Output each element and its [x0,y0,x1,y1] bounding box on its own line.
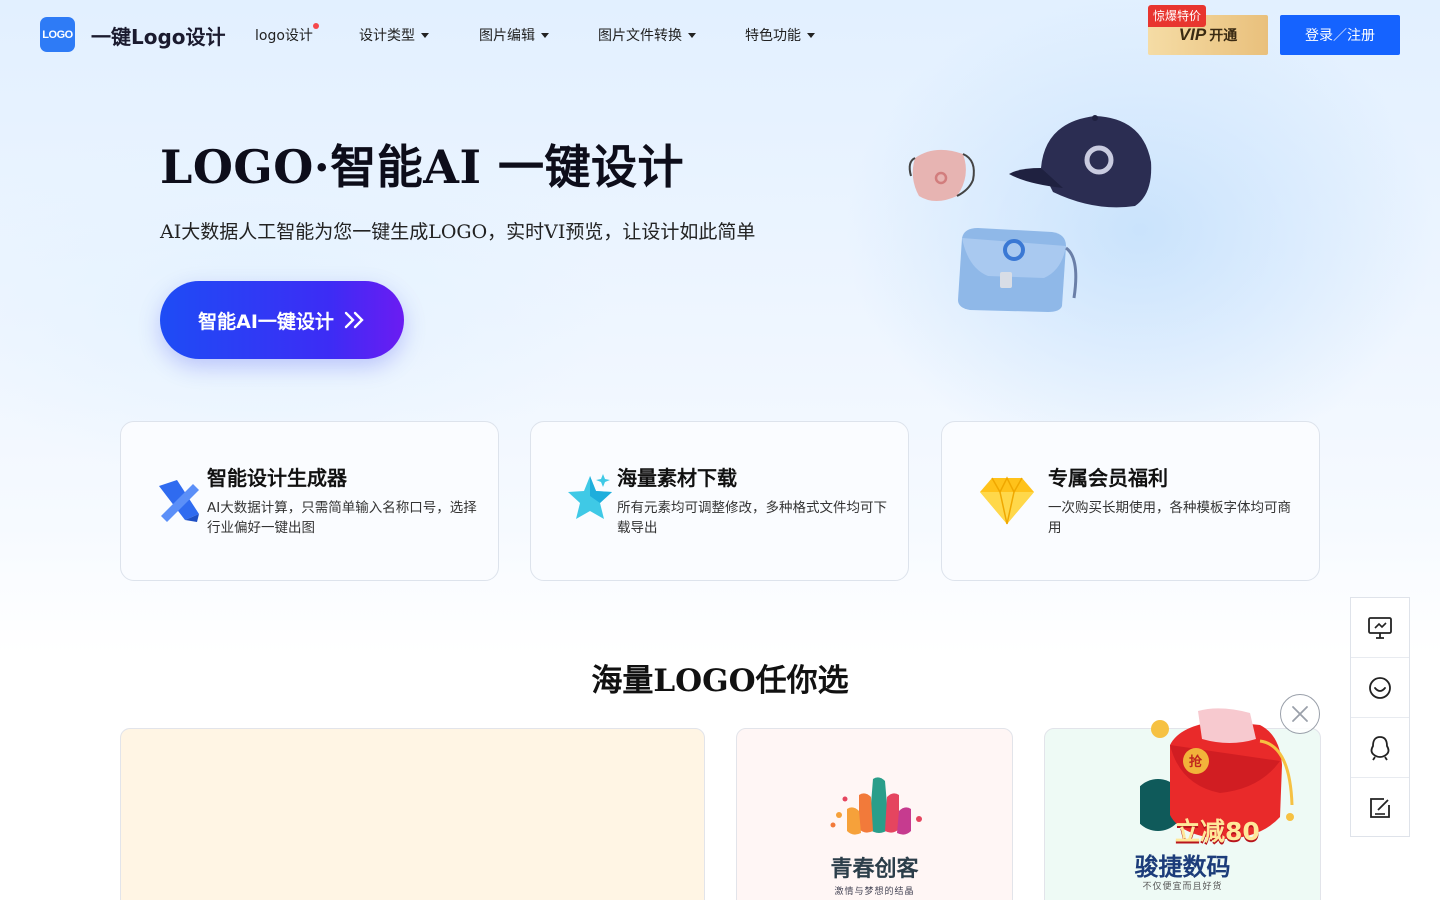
nav-label: 设计类型 [359,28,415,44]
site-logo-icon[interactable]: LOGO [40,17,75,52]
side-btn-feedback[interactable] [1351,778,1409,838]
top-navbar: LOGO 一键Logo设计 logo设计 设计类型 图片编辑 图片文件转换 特色… [0,0,1440,70]
feature-desc: 所有元素均可调整修改，多种格式文件均可下载导出 [617,500,887,536]
logo-mark-text: LOGO [42,28,73,41]
login-register-button[interactable]: 登录／注册 [1280,15,1400,55]
close-icon [1292,706,1308,722]
star-icon [565,472,613,526]
feature-desc: AI大数据计算，只需简单输入名称口号，选择行业偏好一键出图 [207,500,477,536]
edit-note-icon [1370,798,1390,818]
side-toolbar [1350,597,1410,837]
logo-template-card[interactable]: 青春创客 激情与梦想的结晶 [736,728,1013,900]
side-btn-desktop[interactable] [1351,598,1409,658]
diamond-icon [978,472,1034,526]
promo-discount-text: 立减80 [1175,817,1260,846]
pencil-ruler-icon [155,472,203,526]
feature-card-ai-generator: 智能设计生成器 AI大数据计算，只需简单输入名称口号，选择行业偏好一键出图 [120,421,499,581]
caret-down-icon [688,32,696,38]
caret-down-icon [541,32,549,38]
ai-design-cta-button[interactable]: 智能AI一键设计 [160,281,404,359]
template-slogan: 激情与梦想的结晶 [834,887,915,897]
feature-desc: 一次购买长期使用，各种模板字体均可商用 [1048,500,1291,536]
section-title: 海量LOGO任你选 [591,663,849,699]
site-name[interactable]: 一键Logo设计 [91,21,226,50]
template-brand-name: 青春创客 [830,857,919,882]
vip-label: VIP [1178,25,1207,44]
qq-icon [1370,735,1390,760]
caret-down-icon [807,32,815,38]
vip-promo-badge: 惊爆特价 [1148,5,1207,27]
double-chevron-right-icon [344,311,366,329]
feature-title: 海量素材下载 [617,466,737,490]
monitor-icon [1368,616,1392,639]
feature-card-assets: 海量素材下载 所有元素均可调整修改，多种格式文件均可下载导出 [530,421,909,581]
template-logo-mark [825,775,929,849]
baseball-cap-illustration [1005,108,1160,222]
feature-title: 智能设计生成器 [207,466,347,490]
cta-label: 智能AI一键设计 [198,310,334,333]
chat-smile-icon [1369,676,1391,699]
coupon-character: 抢 [1189,754,1203,770]
new-dot-badge [312,23,319,29]
feature-card-vip-benefits: 专属会员福利 一次购买长期使用，各种模板字体均可商用 [941,421,1320,581]
hero-title: LOGO·智能AI 一键设计 [160,140,685,194]
side-btn-qq[interactable] [1351,718,1409,778]
nav-special-features[interactable]: 特色功能 [745,25,815,45]
nav-design-types[interactable]: 设计类型 [359,25,429,45]
nav-file-convert[interactable]: 图片文件转换 [598,25,696,45]
vip-open-label: 开通 [1209,28,1238,44]
nav-label: 图片编辑 [479,28,535,44]
nav-label: 图片文件转换 [598,28,682,44]
template-slogan: 不仅便宜而且好货 [1142,882,1223,892]
nav-label: 特色功能 [745,28,801,44]
hero-subtitle: AI大数据人工智能为您一键生成LOGO，实时VI预览，让设计如此简单 [160,221,756,243]
face-mask-illustration [905,140,980,214]
side-btn-support[interactable] [1351,658,1409,718]
handbag-illustration [948,218,1088,322]
feature-title: 专属会员福利 [1048,466,1168,490]
caret-down-icon [421,32,429,38]
nav-logo-design[interactable]: logo设计 [255,23,319,45]
close-promo-button[interactable] [1280,694,1320,734]
nav-label: logo设计 [255,28,313,44]
nav-image-edit[interactable]: 图片编辑 [479,25,549,45]
logo-template-card-large[interactable] [120,728,705,900]
